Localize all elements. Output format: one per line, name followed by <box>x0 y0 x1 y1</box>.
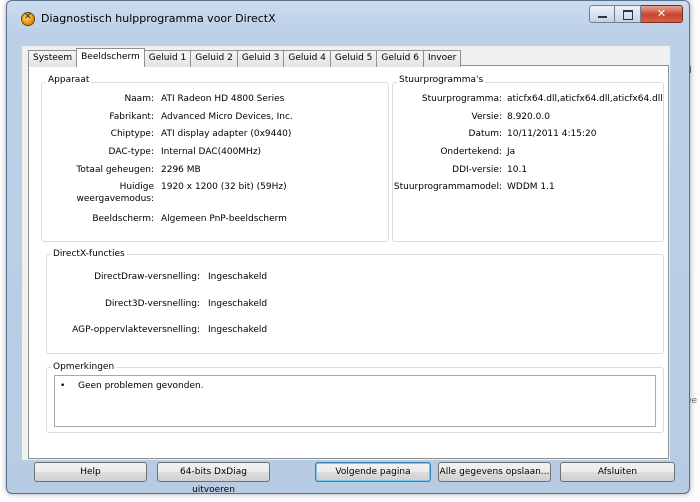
device-dac-label: DAC-type: <box>108 147 154 157</box>
notes-item: Geen problemen gevonden. <box>78 381 204 391</box>
driver-date-value: 10/11/2011 4:15:20 <box>507 129 597 139</box>
device-memory-value: 2296 MB <box>161 165 201 175</box>
device-group-title: Apparaat <box>46 75 92 85</box>
minimize-button[interactable] <box>589 5 615 23</box>
device-displaymode-value: 1920 x 1200 (32 bit) (59Hz) <box>161 182 287 192</box>
caption-buttons: ✕ <box>589 5 683 23</box>
driver-version-value: 8.920.0.0 <box>507 112 550 122</box>
tab-geluid-4[interactable]: Geluid 4 <box>283 50 331 67</box>
driver-date-label: Datum: <box>468 129 502 139</box>
exit-button[interactable]: Afsluiten <box>560 462 675 482</box>
close-button[interactable]: ✕ <box>641 5 683 23</box>
tab-strip: Systeem Beeldscherm Geluid 1 Geluid 2 Ge… <box>28 48 462 67</box>
tab-invoer[interactable]: Invoer <box>422 50 462 67</box>
notes-box[interactable]: • Geen problemen gevonden. <box>54 375 656 427</box>
next-page-button[interactable]: Volgende pagina <box>315 462 431 482</box>
direct3d-value: Ingeschakeld <box>208 299 268 309</box>
device-dac-value: Internal DAC(400MHz) <box>161 147 262 157</box>
drivers-group <box>392 82 664 242</box>
driver-ddi-label: DDI-versie: <box>452 165 502 175</box>
drivers-group-title: Stuurprogramma's <box>397 75 486 85</box>
notes-bullet: • <box>60 381 66 391</box>
directdraw-label: DirectDraw-versnelling: <box>94 272 200 282</box>
tab-geluid-6[interactable]: Geluid 6 <box>376 50 424 67</box>
close-icon: ✕ <box>656 7 667 20</box>
device-name-label: Naam: <box>124 94 154 104</box>
run-64bit-dxdiag-button[interactable]: 64-bits DxDiag uitvoeren <box>157 462 270 495</box>
notes-title: Opmerkingen <box>51 362 117 372</box>
directx-icon <box>21 12 35 26</box>
save-all-info-button[interactable]: Alle gegevens opslaan... <box>438 462 551 482</box>
maximize-button[interactable] <box>615 5 641 23</box>
driver-files-value: aticfx64.dll,aticfx64.dll,aticfx64.dll <box>507 94 663 104</box>
driver-version-label: Versie: <box>471 112 502 122</box>
direct3d-label: Direct3D-versnelling: <box>104 299 200 309</box>
driver-model-label: Stuurprogrammamodel: <box>393 182 502 192</box>
tab-beeldscherm[interactable]: Beeldscherm <box>76 48 145 67</box>
tab-geluid-2[interactable]: Geluid 2 <box>190 50 238 67</box>
device-memory-label: Totaal geheugen: <box>76 165 154 175</box>
device-name-value: ATI Radeon HD 4800 Series <box>161 94 285 104</box>
device-manufacturer-label: Fabrikant: <box>109 112 154 122</box>
driver-model-value: WDDM 1.1 <box>507 182 555 192</box>
title-bar[interactable]: Diagnostisch hulpprogramma voor DirectX … <box>7 1 689 37</box>
driver-signed-value: Ja <box>507 147 516 157</box>
tab-geluid-5[interactable]: Geluid 5 <box>329 50 378 67</box>
device-displaymode-label-line2: weergavemodus: <box>76 194 154 204</box>
directx-features-title: DirectX-functies <box>51 249 127 259</box>
driver-signed-label: Ondertekend: <box>440 147 502 157</box>
device-monitor-value: Algemeen PnP-beeldscherm <box>161 214 287 224</box>
tab-geluid-1[interactable]: Geluid 1 <box>143 50 192 67</box>
agp-value: Ingeschakeld <box>208 325 268 335</box>
agp-label: AGP-oppervlakteversnelling: <box>72 325 200 335</box>
device-chiptype-value: ATI display adapter (0x9440) <box>161 129 292 139</box>
driver-ddi-value: 10.1 <box>507 165 528 175</box>
window-title: Diagnostisch hulpprogramma voor DirectX <box>41 12 276 25</box>
device-displaymode-label-line1: Huidige <box>119 182 154 192</box>
device-chiptype-label: Chiptype: <box>110 129 154 139</box>
tab-systeem[interactable]: Systeem <box>28 50 78 67</box>
directdraw-value: Ingeschakeld <box>208 272 268 282</box>
device-manufacturer-value: Advanced Micro Devices, Inc. <box>161 112 293 122</box>
help-button[interactable]: Help <box>34 462 147 482</box>
tab-geluid-3[interactable]: Geluid 3 <box>236 50 285 67</box>
driver-files-label: Stuurprogramma: <box>421 94 502 104</box>
device-monitor-label: Beeldscherm: <box>92 214 154 224</box>
